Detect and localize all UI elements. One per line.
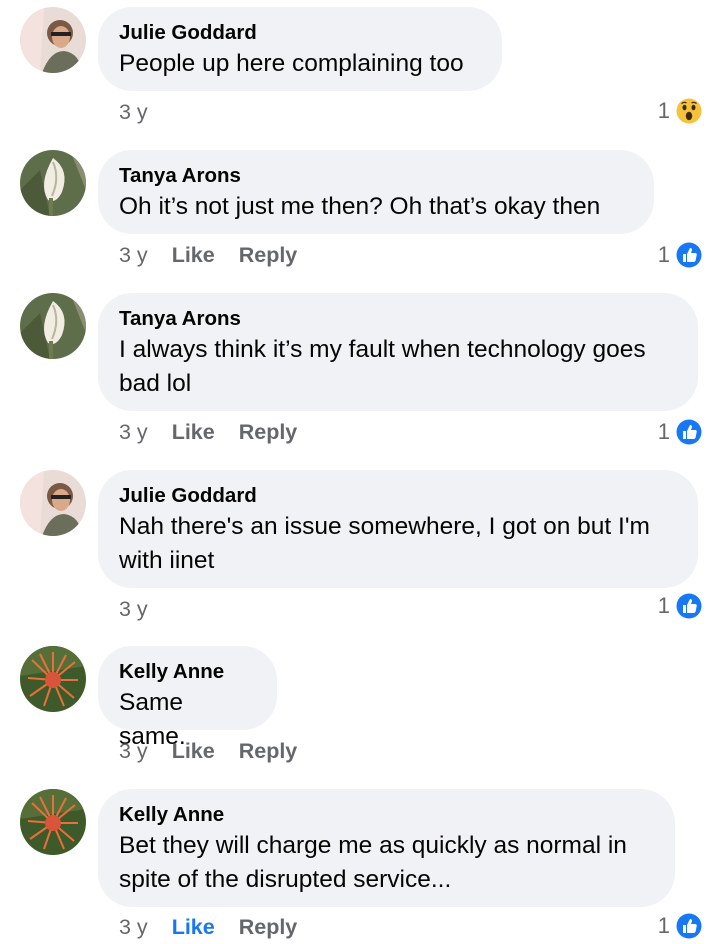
comment-bubble: Tanya Arons I always think it’s my fault… — [98, 293, 698, 411]
comment-meta: 3 y — [119, 97, 148, 127]
like-button[interactable]: Like — [172, 912, 215, 942]
tanya-avatar[interactable] — [20, 150, 86, 216]
like-reaction-icon — [674, 240, 704, 270]
commenter-name[interactable]: Julie Goddard — [119, 482, 677, 510]
reaction-summary[interactable]: 1 — [658, 910, 704, 942]
comment-meta: 3 y Like Reply — [119, 736, 297, 766]
comment-meta: 3 y Like Reply — [119, 240, 297, 270]
comment-bubble: Julie Goddard Nah there's an issue somew… — [98, 470, 698, 588]
julie-avatar[interactable] — [20, 7, 86, 73]
like-reaction-icon — [674, 591, 704, 621]
reaction-summary[interactable]: 1 — [658, 590, 704, 622]
commenter-name[interactable]: Kelly Anne — [119, 801, 654, 829]
like-reaction-icon — [674, 911, 704, 941]
comment-time[interactable]: 3 y — [119, 417, 148, 447]
kelly-avatar[interactable] — [20, 789, 86, 855]
reaction-count: 1 — [657, 242, 670, 267]
reaction-count: 1 — [657, 593, 670, 618]
comment-bubble: Kelly Anne Same same. — [98, 646, 277, 750]
commenter-name[interactable]: Kelly Anne — [119, 658, 256, 686]
reply-button[interactable]: Reply — [239, 736, 298, 766]
comment-text-line: I always think it’s my fault when techno… — [119, 336, 646, 363]
comment-meta: 3 y Like Reply — [119, 912, 297, 942]
wow-reaction-icon — [674, 96, 704, 126]
tanya-avatar[interactable] — [20, 293, 86, 359]
reply-button[interactable]: Reply — [239, 240, 298, 270]
comment-meta: 3 y — [119, 594, 148, 624]
comment-time[interactable]: 3 y — [119, 736, 148, 766]
reaction-summary[interactable]: 1 — [658, 239, 704, 271]
julie-avatar[interactable] — [20, 470, 86, 536]
like-button[interactable]: Like — [172, 417, 215, 447]
comment-bubble: Tanya Arons Oh it’s not just me then? Oh… — [98, 150, 654, 234]
reaction-count: 1 — [657, 98, 670, 123]
comment-bubble: Kelly Anne Bet they will charge me as qu… — [98, 789, 675, 907]
comment-text-line: Bet they will charge me as quickly as no… — [119, 832, 627, 859]
reaction-count: 1 — [657, 419, 670, 444]
like-reaction-icon — [674, 417, 704, 447]
reply-button[interactable]: Reply — [239, 912, 298, 942]
comment-text-line: with iinet — [119, 547, 215, 574]
like-button[interactable]: Like — [172, 240, 215, 270]
reaction-summary[interactable]: 1 — [658, 95, 704, 127]
comment-time[interactable]: 3 y — [119, 97, 148, 127]
commenter-name[interactable]: Julie Goddard — [119, 19, 481, 47]
commenter-name[interactable]: Tanya Arons — [119, 305, 677, 333]
kelly-avatar[interactable] — [20, 646, 86, 712]
comment-time[interactable]: 3 y — [119, 594, 148, 624]
comment-text: Oh it’s not just me then? Oh that’s okay… — [119, 193, 601, 220]
reaction-count: 1 — [657, 913, 670, 938]
comment-text-line: spite of the disrupted service... — [119, 866, 452, 893]
comment-text-line: bad lol — [119, 370, 192, 397]
like-button[interactable]: Like — [172, 736, 215, 766]
reaction-summary[interactable]: 1 — [658, 416, 704, 448]
comment-text: People up here complaining too — [119, 50, 464, 77]
reply-button[interactable]: Reply — [239, 417, 298, 447]
comment-meta: 3 y Like Reply — [119, 417, 297, 447]
comment-bubble: Julie Goddard People up here complaining… — [98, 7, 502, 91]
comment-time[interactable]: 3 y — [119, 240, 148, 270]
comment-text-line: Nah there's an issue somewhere, I got on… — [119, 513, 650, 540]
comment-time[interactable]: 3 y — [119, 912, 148, 942]
commenter-name[interactable]: Tanya Arons — [119, 162, 633, 190]
